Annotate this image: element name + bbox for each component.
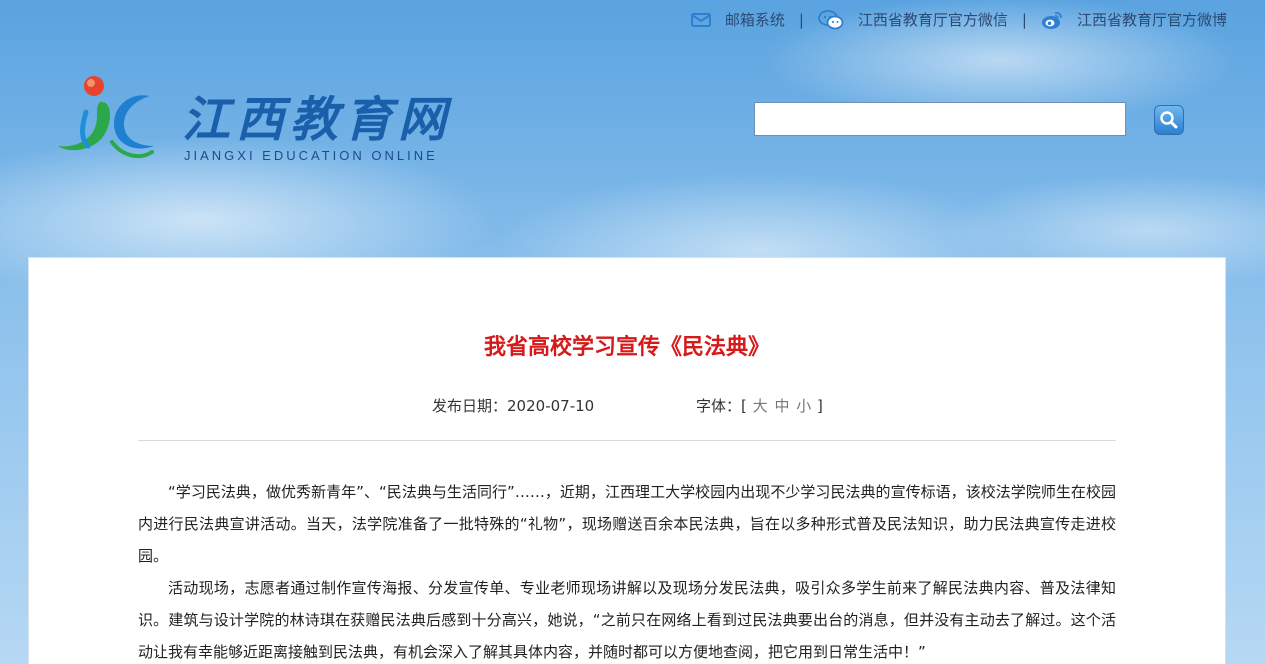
mail-icon (690, 12, 711, 27)
site-logo[interactable]: 江西教育网 JIANGXI EDUCATION ONLINE (52, 72, 482, 167)
publish-date-value: 2020-07-10 (507, 397, 595, 415)
weibo-link[interactable]: 江西省教育厅官方微博 (1041, 9, 1227, 30)
mail-system-link[interactable]: 邮箱系统 (690, 9, 785, 30)
font-size-medium[interactable]: 中 (774, 397, 789, 415)
article-paragraph: 活动现场，志愿者通过制作宣传海报、分发宣传单、专业老师现场讲解以及现场分发民法典… (138, 579, 1116, 661)
top-links-bar: 邮箱系统 | 江西省教育厅官方微信 | 江西省教育厅官方微博 (690, 9, 1227, 30)
search-button[interactable] (1154, 105, 1184, 135)
font-size-label: 字体： (696, 397, 742, 415)
search-icon (1160, 111, 1178, 129)
meta-divider (138, 440, 1116, 441)
article-card: 我省高校学习宣传《民法典》 发布日期：2020-07-10 字体：[ 大 中 小… (28, 257, 1226, 664)
article-title: 我省高校学习宣传《民法典》 (483, 335, 770, 360)
topbar-separator: | (1021, 10, 1027, 29)
font-size-bracket-open: [ (741, 397, 747, 415)
wechat-link[interactable]: 江西省教育厅官方微信 (818, 9, 1008, 30)
font-size-bracket-close: ] (817, 397, 823, 415)
wechat-icon (818, 9, 844, 29)
logo-mark-icon (58, 76, 154, 159)
article-paragraph: “学习民法典，做优秀新青年”、“民法典与生活同行”……，近期，江西理工大学校园内… (138, 483, 1116, 565)
mail-system-label: 邮箱系统 (724, 11, 785, 29)
weibo-icon (1041, 11, 1062, 29)
font-size-switcher: 字体：[ 大 中 小 ] (696, 395, 823, 416)
publish-date-label: 发布日期： (432, 397, 508, 415)
weibo-label: 江西省教育厅官方微博 (1076, 11, 1227, 29)
logo-english-name: JIANGXI EDUCATION ONLINE (184, 148, 438, 163)
font-size-small[interactable]: 小 (796, 397, 811, 415)
font-size-large[interactable]: 大 (753, 397, 768, 415)
logo-chinese-name: 江西教育网 (182, 92, 453, 148)
search-input[interactable] (754, 102, 1126, 136)
publish-date: 发布日期：2020-07-10 (432, 395, 594, 416)
wechat-label: 江西省教育厅官方微信 (857, 11, 1008, 29)
article-body: “学习民法典，做优秀新青年”、“民法典与生活同行”……，近期，江西理工大学校园内… (138, 476, 1116, 664)
topbar-separator: | (798, 10, 804, 29)
